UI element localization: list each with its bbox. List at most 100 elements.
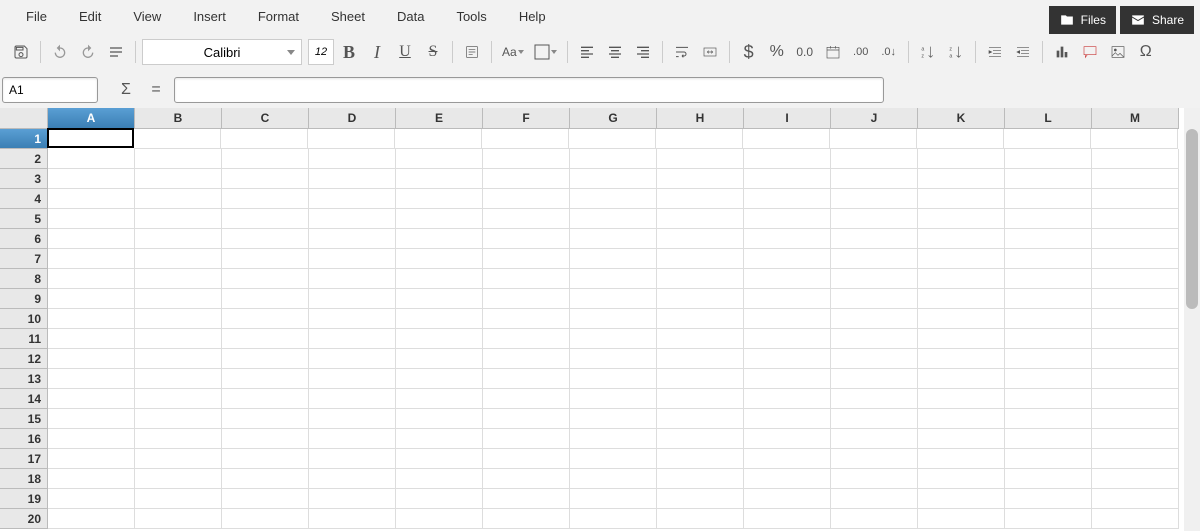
cell-F8[interactable]: [483, 269, 570, 289]
background-color-button[interactable]: [530, 39, 561, 65]
cell-B10[interactable]: [135, 309, 222, 329]
cell-E18[interactable]: [396, 469, 483, 489]
cell-F17[interactable]: [483, 449, 570, 469]
cell-H1[interactable]: [656, 129, 743, 149]
scrollbar-thumb[interactable]: [1186, 129, 1198, 309]
align-left-button[interactable]: [574, 39, 600, 65]
cell-A10[interactable]: [48, 309, 135, 329]
cell-E12[interactable]: [396, 349, 483, 369]
col-header-G[interactable]: G: [570, 108, 657, 129]
cell-A13[interactable]: [48, 369, 135, 389]
cell-A1[interactable]: [47, 128, 134, 148]
cell-J3[interactable]: [831, 169, 918, 189]
cell-F20[interactable]: [483, 509, 570, 529]
cell-E5[interactable]: [396, 209, 483, 229]
cell-E8[interactable]: [396, 269, 483, 289]
row-header-10[interactable]: 10: [0, 309, 48, 329]
col-header-I[interactable]: I: [744, 108, 831, 129]
cell-D11[interactable]: [309, 329, 396, 349]
cell-C20[interactable]: [222, 509, 309, 529]
cell-B18[interactable]: [135, 469, 222, 489]
cell-F3[interactable]: [483, 169, 570, 189]
cell-F4[interactable]: [483, 189, 570, 209]
menu-tools[interactable]: Tools: [440, 5, 502, 28]
cell-J20[interactable]: [831, 509, 918, 529]
cell-L9[interactable]: [1005, 289, 1092, 309]
sort-asc-button[interactable]: az: [915, 39, 941, 65]
cell-H3[interactable]: [657, 169, 744, 189]
cell-B8[interactable]: [135, 269, 222, 289]
col-header-M[interactable]: M: [1092, 108, 1179, 129]
cell-I15[interactable]: [744, 409, 831, 429]
cell-C10[interactable]: [222, 309, 309, 329]
cell-G9[interactable]: [570, 289, 657, 309]
cell-I16[interactable]: [744, 429, 831, 449]
cell-J8[interactable]: [831, 269, 918, 289]
cell-A7[interactable]: [48, 249, 135, 269]
cell-H9[interactable]: [657, 289, 744, 309]
cell-C13[interactable]: [222, 369, 309, 389]
cell-J15[interactable]: [831, 409, 918, 429]
cell-C9[interactable]: [222, 289, 309, 309]
row-header-5[interactable]: 5: [0, 209, 48, 229]
cell-I14[interactable]: [744, 389, 831, 409]
increase-indent-button[interactable]: [982, 39, 1008, 65]
cell-I4[interactable]: [744, 189, 831, 209]
cell-D18[interactable]: [309, 469, 396, 489]
cell-K12[interactable]: [918, 349, 1005, 369]
cell-K8[interactable]: [918, 269, 1005, 289]
cell-A18[interactable]: [48, 469, 135, 489]
cell-J18[interactable]: [831, 469, 918, 489]
cell-E2[interactable]: [396, 149, 483, 169]
cell-A8[interactable]: [48, 269, 135, 289]
cell-G16[interactable]: [570, 429, 657, 449]
row-header-8[interactable]: 8: [0, 269, 48, 289]
align-right-button[interactable]: [630, 39, 656, 65]
cell-I18[interactable]: [744, 469, 831, 489]
col-header-B[interactable]: B: [135, 108, 222, 129]
cell-G15[interactable]: [570, 409, 657, 429]
cell-B15[interactable]: [135, 409, 222, 429]
cell-D1[interactable]: [308, 129, 395, 149]
cell-F1[interactable]: [482, 129, 569, 149]
cell-G1[interactable]: [569, 129, 656, 149]
vertical-scrollbar[interactable]: [1184, 108, 1200, 531]
cell-B13[interactable]: [135, 369, 222, 389]
cell-G6[interactable]: [570, 229, 657, 249]
col-header-D[interactable]: D: [309, 108, 396, 129]
cell-G5[interactable]: [570, 209, 657, 229]
menu-sheet[interactable]: Sheet: [315, 5, 381, 28]
cell-H10[interactable]: [657, 309, 744, 329]
cell-L3[interactable]: [1005, 169, 1092, 189]
cell-K13[interactable]: [918, 369, 1005, 389]
cell-B12[interactable]: [135, 349, 222, 369]
cell-H11[interactable]: [657, 329, 744, 349]
cell-B1[interactable]: [134, 129, 221, 149]
strikethrough-button[interactable]: S: [420, 39, 446, 65]
cell-C8[interactable]: [222, 269, 309, 289]
cell-D16[interactable]: [309, 429, 396, 449]
name-box[interactable]: A1: [2, 77, 98, 103]
cell-J19[interactable]: [831, 489, 918, 509]
cell-E4[interactable]: [396, 189, 483, 209]
cell-J13[interactable]: [831, 369, 918, 389]
cell-C12[interactable]: [222, 349, 309, 369]
cell-G17[interactable]: [570, 449, 657, 469]
cell-C5[interactable]: [222, 209, 309, 229]
menu-format[interactable]: Format: [242, 5, 315, 28]
cell-G4[interactable]: [570, 189, 657, 209]
cell-I1[interactable]: [743, 129, 830, 149]
cell-G14[interactable]: [570, 389, 657, 409]
cell-H7[interactable]: [657, 249, 744, 269]
cell-F11[interactable]: [483, 329, 570, 349]
cell-F16[interactable]: [483, 429, 570, 449]
cell-C3[interactable]: [222, 169, 309, 189]
wrap-text-button[interactable]: [669, 39, 695, 65]
cell-M14[interactable]: [1092, 389, 1179, 409]
cell-L5[interactable]: [1005, 209, 1092, 229]
cell-G13[interactable]: [570, 369, 657, 389]
add-decimal-button[interactable]: .00: [848, 39, 874, 65]
cell-I9[interactable]: [744, 289, 831, 309]
cell-I13[interactable]: [744, 369, 831, 389]
cell-H8[interactable]: [657, 269, 744, 289]
